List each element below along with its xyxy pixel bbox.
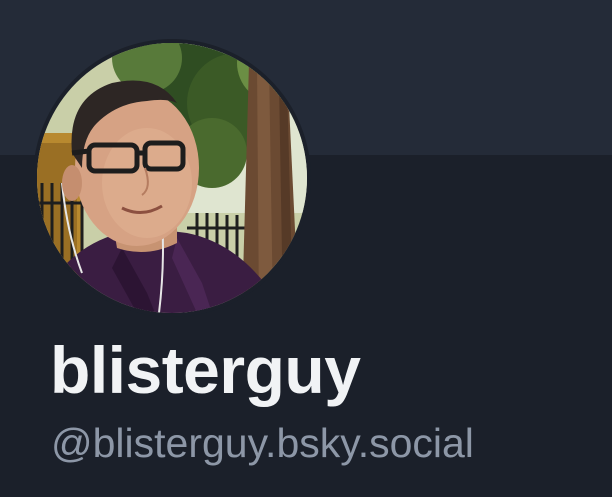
profile-handle[interactable]: @blisterguy.bsky.social xyxy=(51,418,474,468)
avatar-photo xyxy=(37,43,307,313)
avatar[interactable] xyxy=(37,43,307,313)
profile-header: blisterguy @blisterguy.bsky.social xyxy=(0,0,612,497)
display-name: blisterguy xyxy=(50,333,361,407)
avatar-ring xyxy=(33,39,311,317)
